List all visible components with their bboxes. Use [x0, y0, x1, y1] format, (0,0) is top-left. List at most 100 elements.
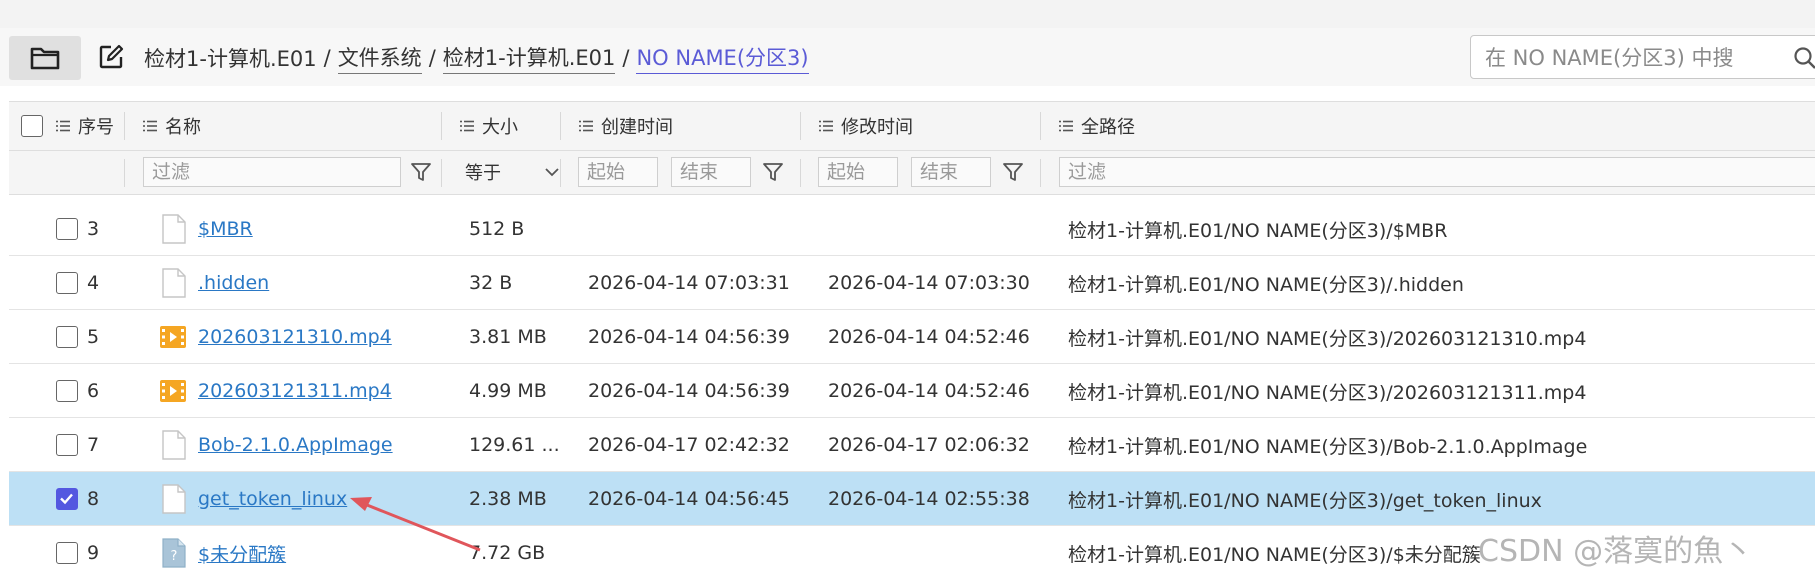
modified-time: 2026-04-14 07:03:30 — [828, 272, 1030, 294]
column-menu-icon — [460, 120, 474, 132]
full-path: 检材1-计算机.E01/NO NAME(分区3)/202603121310.mp… — [1068, 327, 1587, 350]
full-path: 检材1-计算机.E01/NO NAME(分区3)/$未分配簇 — [1068, 543, 1481, 566]
column-header-size[interactable]: 大小 — [460, 102, 518, 150]
name-filter-input[interactable] — [143, 157, 401, 187]
row-checkbox[interactable] — [56, 434, 78, 456]
modified-start-input[interactable] — [818, 157, 898, 187]
breadcrumb-item-partition[interactable]: NO NAME(分区3) — [636, 42, 809, 74]
check-icon — [60, 493, 73, 505]
row-checkbox[interactable] — [56, 272, 78, 294]
column-divider[interactable] — [441, 112, 442, 140]
video-icon — [160, 326, 186, 348]
modified-end-input[interactable] — [911, 157, 991, 187]
table-row-selected[interactable]: 8 get_token_linux 2.38 MB 2026-04-14 04:… — [9, 472, 1815, 526]
column-menu-icon — [579, 120, 593, 132]
table-row[interactable]: 4 .hidden 32 B 2026-04-14 07:03:31 2026-… — [9, 256, 1815, 310]
file-size: 2.38 MB — [469, 488, 547, 510]
column-divider — [441, 159, 442, 187]
table-row[interactable]: 6 202603121311.mp4 4.99 MB 2026-04-14 04… — [9, 364, 1815, 418]
select-all-checkbox[interactable] — [21, 115, 43, 137]
column-header-name-label: 名称 — [165, 117, 201, 138]
file-name-link[interactable]: 202603121311.mp4 — [198, 380, 392, 402]
file-name-link[interactable]: get_token_linux — [198, 488, 347, 510]
full-path: 检材1-计算机.E01/NO NAME(分区3)/$MBR — [1068, 219, 1448, 242]
file-size: 3.81 MB — [469, 326, 547, 348]
edit-icon — [99, 44, 124, 69]
full-path: 检材1-计算机.E01/NO NAME(分区3)/202603121311.mp… — [1068, 381, 1587, 404]
filter-icon[interactable] — [1001, 160, 1025, 184]
file-name-link[interactable]: $未分配簇 — [198, 540, 286, 567]
file-size: 4.99 MB — [469, 380, 547, 402]
breadcrumb-item-image-2[interactable]: 检材1-计算机.E01 — [442, 42, 616, 74]
file-icon — [162, 430, 186, 460]
size-operator-select[interactable]: 等于 — [465, 157, 561, 187]
column-menu-icon — [819, 120, 833, 132]
column-divider[interactable] — [800, 112, 801, 140]
breadcrumb-item-filesystem[interactable]: 文件系统 — [337, 42, 422, 74]
column-header-path[interactable]: 全路径 — [1059, 102, 1135, 150]
column-header-modified[interactable]: 修改时间 — [819, 102, 913, 150]
column-header-created-label: 创建时间 — [601, 117, 673, 138]
column-divider — [800, 159, 801, 187]
file-name-link[interactable]: Bob-2.1.0.AppImage — [198, 434, 393, 456]
filter-icon[interactable] — [761, 160, 785, 184]
created-time: 2026-04-14 04:56:39 — [588, 380, 790, 402]
table-row[interactable]: 7 Bob-2.1.0.AppImage 129.61 ... 2026-04-… — [9, 418, 1815, 472]
edit-path-button[interactable] — [96, 42, 126, 72]
file-icon — [162, 268, 186, 298]
column-header-name[interactable]: 名称 — [143, 102, 201, 150]
file-name-link[interactable]: $MBR — [198, 218, 253, 240]
file-name-link[interactable]: 202603121310.mp4 — [198, 326, 392, 348]
column-divider[interactable] — [1040, 112, 1041, 140]
row-checkbox[interactable] — [56, 218, 78, 240]
file-name-link[interactable]: .hidden — [198, 272, 269, 294]
chevron-down-icon — [545, 168, 559, 177]
row-checkbox[interactable] — [56, 380, 78, 402]
video-icon — [160, 380, 186, 402]
row-checkbox[interactable] — [56, 542, 78, 564]
table-row[interactable]: 3 $MBR 512 B 检材1-计算机.E01/NO NAME(分区3)/$M… — [9, 202, 1815, 256]
row-index: 6 — [87, 380, 100, 402]
top-strip — [0, 0, 1815, 28]
full-path: 检材1-计算机.E01/NO NAME(分区3)/.hidden — [1068, 273, 1464, 296]
column-header-index-label: 序号 — [78, 117, 114, 138]
search-input[interactable] — [1485, 43, 1755, 73]
table-row[interactable]: 5 202603121310.mp4 3.81 MB 2026-04-14 04… — [9, 310, 1815, 364]
modified-time: 2026-04-14 04:52:46 — [828, 326, 1030, 348]
folder-toggle-button[interactable] — [9, 36, 81, 80]
created-time: 2026-04-14 07:03:31 — [588, 272, 790, 294]
column-divider[interactable] — [124, 112, 125, 140]
file-icon — [162, 214, 186, 244]
file-icon — [162, 484, 186, 514]
created-time: 2026-04-14 04:56:45 — [588, 488, 790, 510]
column-header-index[interactable]: 序号 — [56, 102, 114, 150]
svg-text:?: ? — [171, 549, 178, 564]
column-divider[interactable] — [560, 112, 561, 140]
breadcrumb: 检材1-计算机.E01 / 文件系统 / 检材1-计算机.E01 / NO NA… — [144, 42, 809, 74]
full-path: 检材1-计算机.E01/NO NAME(分区3)/get_token_linux — [1068, 489, 1542, 512]
created-time: 2026-04-14 04:56:39 — [588, 326, 790, 348]
breadcrumb-separator: / — [622, 46, 630, 70]
column-divider — [124, 159, 125, 187]
modified-time: 2026-04-14 02:55:38 — [828, 488, 1030, 510]
path-filter-input[interactable] — [1059, 157, 1815, 187]
created-time: 2026-04-17 02:42:32 — [588, 434, 790, 456]
breadcrumb-item-image[interactable]: 检材1-计算机.E01 — [144, 43, 317, 73]
row-checkbox-checked[interactable] — [56, 488, 78, 510]
row-index: 3 — [87, 218, 100, 240]
search-icon[interactable] — [1793, 46, 1815, 70]
folder-icon — [30, 47, 60, 70]
column-header-size-label: 大小 — [482, 117, 518, 138]
row-index: 8 — [87, 488, 100, 510]
column-header-created[interactable]: 创建时间 — [579, 102, 673, 150]
row-checkbox[interactable] — [56, 326, 78, 348]
filter-row: 等于 — [9, 151, 1815, 195]
search-box — [1470, 35, 1815, 79]
column-menu-icon — [56, 120, 70, 132]
created-start-input[interactable] — [578, 157, 658, 187]
filter-icon[interactable] — [409, 160, 433, 184]
created-end-input[interactable] — [671, 157, 751, 187]
watermark: CSDN @落寞的魚丶 — [1478, 534, 1754, 569]
modified-time: 2026-04-17 02:06:32 — [828, 434, 1030, 456]
row-index: 4 — [87, 272, 100, 294]
